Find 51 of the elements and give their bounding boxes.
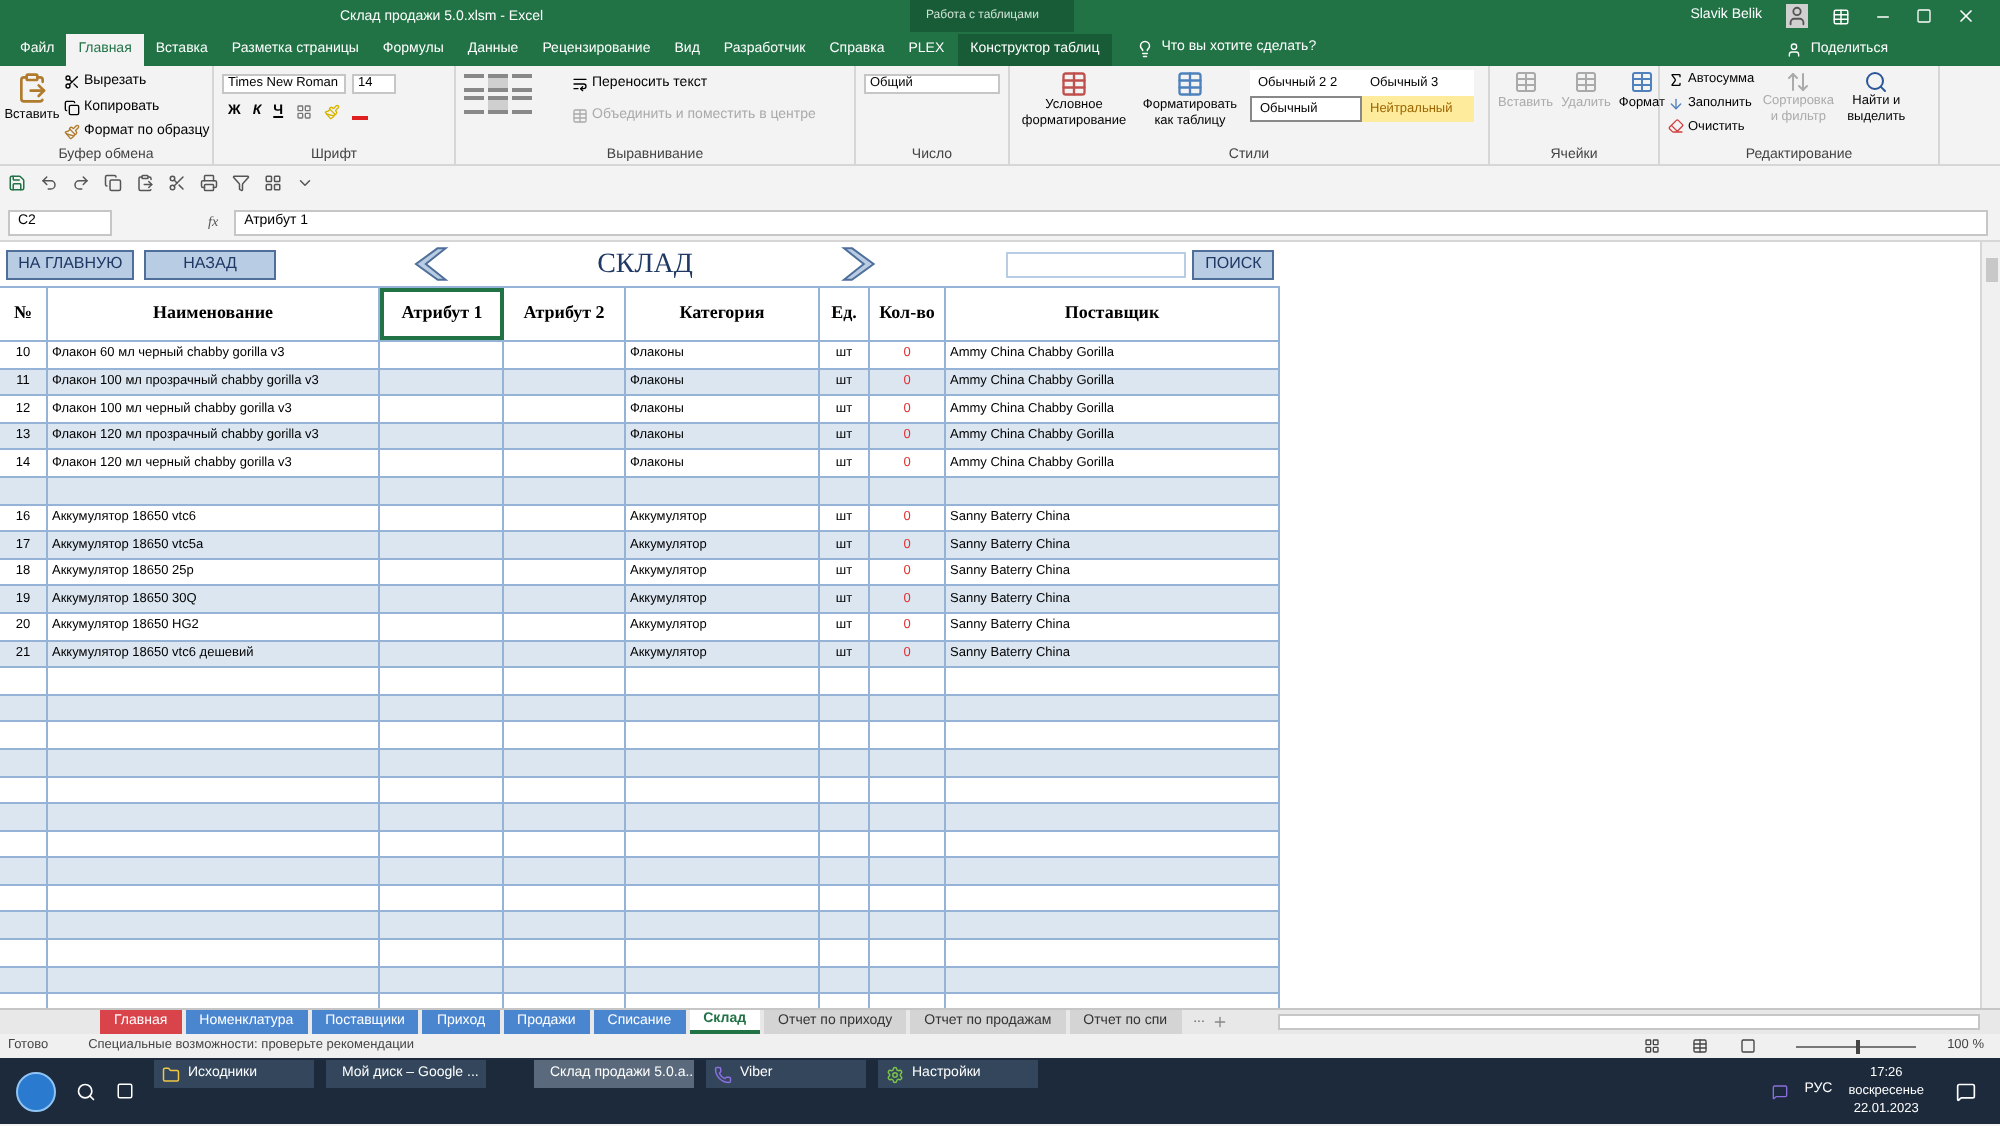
brush-icon <box>64 124 80 141</box>
column-header: Наименование <box>48 288 380 340</box>
tray-icon <box>1772 1083 1789 1099</box>
close-icon[interactable] <box>1956 6 1976 26</box>
share-icon <box>1786 42 1803 58</box>
sigma-icon <box>1668 71 1684 88</box>
sort-icon <box>1786 70 1811 94</box>
phone-icon <box>714 1065 732 1083</box>
eraser-icon <box>1668 118 1684 135</box>
filter-icon[interactable] <box>232 174 250 192</box>
zoom-thumb[interactable] <box>1855 1039 1860 1053</box>
table-icon <box>1176 70 1204 98</box>
vertical-scrollbar[interactable] <box>1980 242 2000 1008</box>
column-header: Атрибут 1 <box>380 288 504 340</box>
customize-icon[interactable] <box>296 174 314 192</box>
column-header: Категория <box>626 288 820 340</box>
paste-icon[interactable] <box>136 174 154 192</box>
cut-icon[interactable] <box>168 174 186 192</box>
column-header: № <box>0 288 48 340</box>
column-header: Поставщик <box>946 288 1280 340</box>
redo-icon[interactable] <box>72 174 90 192</box>
notifications-icon[interactable] <box>1956 1081 1976 1101</box>
save-icon[interactable] <box>8 174 26 192</box>
previous-arrow-icon[interactable] <box>409 246 449 282</box>
start-button[interactable] <box>16 1071 56 1111</box>
clipboard-icon <box>16 70 48 106</box>
next-arrow-icon[interactable] <box>840 246 881 282</box>
horizontal-scrollbar[interactable] <box>1278 1014 1980 1030</box>
fill-color-icon[interactable] <box>323 104 340 121</box>
scissors-icon <box>64 74 80 91</box>
restore-icon[interactable] <box>1916 8 1932 24</box>
print-icon[interactable] <box>200 174 218 192</box>
folder-icon <box>162 1065 180 1083</box>
column-header: Ед. <box>820 288 870 340</box>
search-field[interactable] <box>1006 251 1187 277</box>
wrap-text-icon <box>572 76 588 93</box>
home-button[interactable]: НА ГЛАВНУЮ <box>6 249 135 279</box>
search-icon[interactable] <box>76 1081 96 1101</box>
copy-icon[interactable] <box>104 174 122 192</box>
column-header: Атрибут 2 <box>504 288 626 340</box>
search-button[interactable]: ПОИСК <box>1192 249 1274 279</box>
gear-icon <box>886 1065 904 1083</box>
avatar-icon <box>1786 4 1808 28</box>
sheet-title: СКЛАД <box>595 247 695 283</box>
down-arrow-icon <box>1668 95 1684 112</box>
back-button[interactable]: НАЗАД <box>144 249 276 279</box>
copy-icon <box>64 99 80 116</box>
lightbulb-icon <box>1135 40 1154 58</box>
search-icon <box>1864 70 1889 94</box>
column-header: Кол-во <box>870 288 946 340</box>
undo-icon[interactable] <box>40 174 58 192</box>
